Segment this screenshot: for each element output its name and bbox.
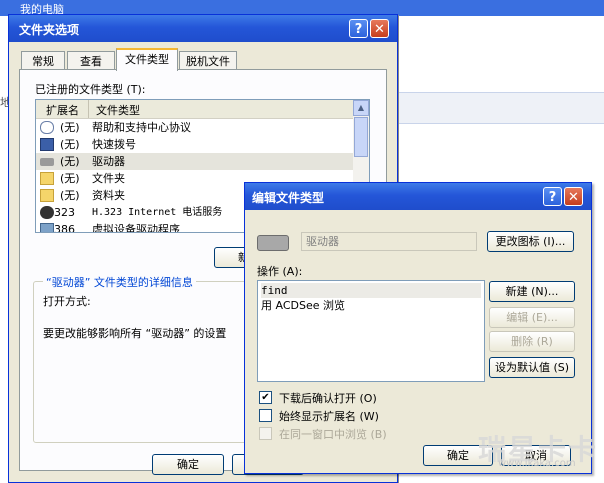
always-show-extension-checkbox[interactable] bbox=[259, 409, 272, 422]
tab-general[interactable]: 常规 bbox=[21, 51, 65, 70]
watermark-url: www.ikaka.com bbox=[498, 458, 576, 469]
close-icon: ✕ bbox=[374, 22, 385, 37]
column-file-type[interactable]: 文件类型 bbox=[96, 102, 140, 118]
details-title: “驱动器” 文件类型的详细信息 bbox=[43, 274, 196, 290]
help-button[interactable]: ? bbox=[349, 19, 368, 38]
edit-dialog-titlebar: 编辑文件类型 ? ✕ bbox=[245, 183, 591, 210]
browse-same-window-label: 在同一窗口中浏览 (B) bbox=[279, 428, 387, 441]
drive-icon bbox=[40, 158, 54, 166]
browse-same-window-checkbox[interactable] bbox=[259, 427, 272, 440]
list-item[interactable]: (无) 驱动器 bbox=[36, 153, 353, 170]
actions-label: 操作 (A): bbox=[257, 265, 303, 278]
chevron-up-icon: ▲ bbox=[357, 103, 365, 112]
column-extension[interactable]: 扩展名 bbox=[46, 102, 79, 118]
confirm-open-checkbox[interactable]: ✔ bbox=[259, 391, 272, 404]
tab-file-types[interactable]: 文件类型 bbox=[116, 48, 178, 71]
scroll-thumb[interactable] bbox=[354, 117, 368, 157]
folder-icon bbox=[40, 172, 54, 185]
folder-icon bbox=[40, 189, 54, 202]
always-show-extension-label: 始终显示扩展名 (W) bbox=[279, 410, 379, 423]
tab-view[interactable]: 查看 bbox=[67, 51, 115, 70]
close-icon: ✕ bbox=[568, 190, 579, 205]
close-button[interactable]: ✕ bbox=[564, 187, 583, 206]
open-with-label: 打开方式: bbox=[43, 295, 91, 308]
list-item[interactable]: find bbox=[261, 283, 481, 298]
question-icon: ? bbox=[548, 190, 557, 205]
question-icon: ? bbox=[354, 22, 363, 37]
edit-dialog-title: 编辑文件类型 bbox=[252, 191, 325, 205]
list-item[interactable]: (无) 帮助和支持中心协议 bbox=[36, 119, 353, 136]
list-item[interactable]: 用 ACDSee 浏览 bbox=[261, 298, 481, 313]
driver-icon bbox=[40, 223, 54, 232]
new-action-button[interactable]: 新建 (N)... bbox=[489, 281, 575, 302]
ok-button[interactable]: 确定 bbox=[152, 454, 224, 475]
drive-icon bbox=[257, 235, 289, 251]
set-default-button[interactable]: 设为默认值 (S) bbox=[489, 357, 575, 378]
type-name-field[interactable]: 驱动器 bbox=[301, 232, 477, 251]
confirm-open-label: 下载后确认打开 (O) bbox=[279, 392, 377, 405]
tab-offline-files[interactable]: 脱机文件 bbox=[179, 51, 237, 70]
list-item[interactable]: (无) 快速拨号 bbox=[36, 136, 353, 153]
phone-service-icon bbox=[40, 206, 54, 219]
scroll-up-button[interactable]: ▲ bbox=[353, 100, 369, 116]
help-protocol-icon bbox=[40, 121, 54, 134]
actions-list[interactable]: find 用 ACDSee 浏览 bbox=[257, 280, 485, 382]
change-icon-button[interactable]: 更改图标 (I)... bbox=[487, 231, 574, 252]
folder-options-title: 文件夹选项 bbox=[19, 23, 80, 37]
delete-action-button[interactable]: 删除 (R) bbox=[489, 331, 575, 352]
edit-action-button[interactable]: 编辑 (E)... bbox=[489, 307, 575, 328]
speed-dial-icon bbox=[40, 138, 54, 151]
close-button[interactable]: ✕ bbox=[370, 19, 389, 38]
background-toolbar-band bbox=[395, 92, 604, 124]
folder-options-titlebar: 文件夹选项 ? ✕ bbox=[9, 15, 397, 42]
list-header: 扩展名 文件类型 bbox=[36, 100, 353, 119]
checkmark-icon: ✔ bbox=[261, 392, 270, 403]
change-settings-text: 要更改能够影响所有 “驱动器” 的设置 bbox=[43, 327, 227, 340]
help-button[interactable]: ? bbox=[543, 187, 562, 206]
registered-types-label: 已注册的文件类型 (T): bbox=[35, 83, 146, 96]
